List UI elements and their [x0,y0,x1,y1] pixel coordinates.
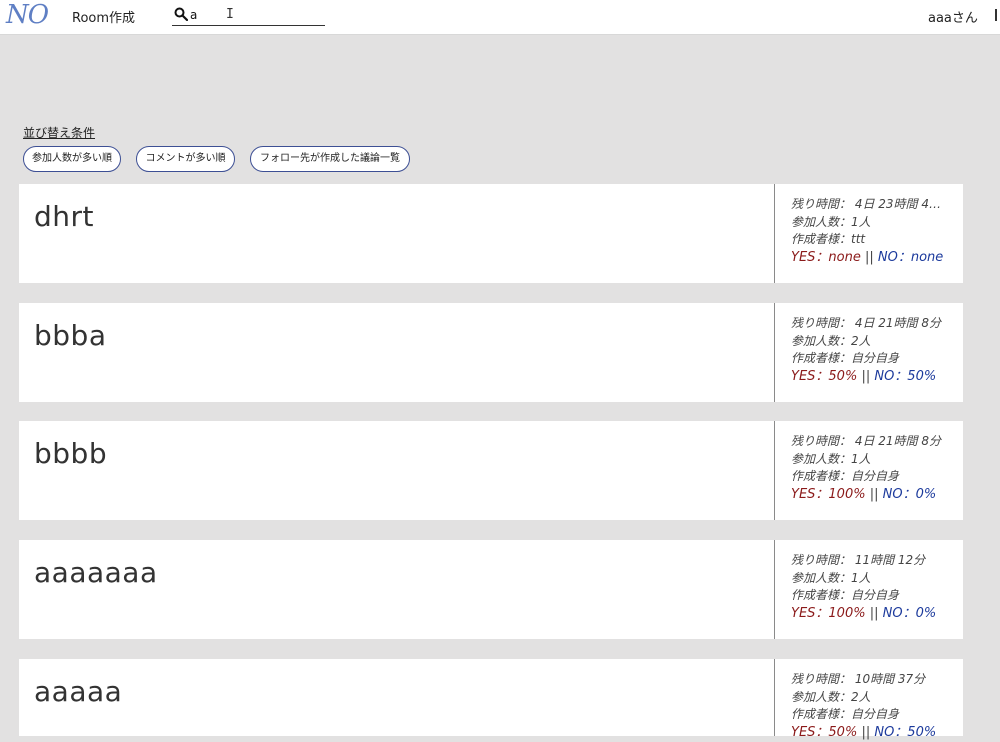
room-divider [774,421,775,520]
sort-title: 並び替え条件 [23,126,96,140]
participant-count: 参加人数：1人 [791,570,871,585]
search-input[interactable] [190,6,320,23]
participant-count: 参加人数：1人 [791,214,871,229]
remaining-time: 残り時間： 4日 21時間 8分 [791,434,941,448]
room-card[interactable]: aaaaaaa 残り時間： 11時間 12分 参加人数：1人 作成者様：自分自身… [19,540,963,639]
vote-summary: YES：100% || NO：0% [791,605,959,623]
vote-separator: || [857,368,875,384]
no-ratio: NO：none [877,249,944,265]
room-info: 残り時間： 4日 21時間 8分 参加人数：2人 作成者様：自分自身 YES：5… [791,315,959,386]
app-logo[interactable]: NO [6,0,49,30]
participant-count: 参加人数：2人 [791,689,871,704]
room-info: 残り時間： 4日 23時間 4… 参加人数：1人 作成者様：ttt YES：no… [791,196,959,267]
remaining-time: 残り時間： 4日 23時間 4… [791,197,941,211]
room-creator: 作成者様：自分自身 [791,588,900,602]
vote-summary: YES：50% || NO：50% [791,724,959,742]
no-ratio: NO：0% [882,486,937,502]
room-title[interactable]: aaaaaaa [34,556,158,589]
room-divider [774,184,775,283]
vote-summary: YES：100% || NO：0% [791,486,959,504]
room-info: 残り時間： 11時間 12分 参加人数：1人 作成者様：自分自身 YES：100… [791,552,959,623]
room-card[interactable]: aaaaa 残り時間： 10時間 37分 参加人数：2人 作成者様：自分自身 Y… [19,659,963,740]
yes-ratio: YES：50% [791,368,858,384]
room-info: 残り時間： 10時間 37分 参加人数：2人 作成者様：自分自身 YES：50%… [791,671,959,742]
yes-ratio: YES：50% [791,724,858,740]
followed-rooms-button[interactable]: フォロー先が作成した議論一覧 [250,146,410,172]
room-card[interactable]: bbba 残り時間： 4日 21時間 8分 参加人数：2人 作成者様：自分自身 … [19,303,963,402]
vote-separator: || [865,486,883,502]
text-cursor-icon: I [226,7,234,22]
no-ratio: NO：50% [874,724,937,740]
no-ratio: NO：0% [882,605,937,621]
sort-by-participants-button[interactable]: 参加人数が多い順 [23,146,121,172]
vote-summary: YES：50% || NO：50% [791,368,959,386]
top-nav-bar: NO Room作成 I aaaさん [0,0,1000,35]
participant-count: 参加人数：1人 [791,451,871,466]
room-divider [774,303,775,402]
participant-count: 参加人数：2人 [791,333,871,348]
vote-summary: YES：none || NO：none [791,249,959,267]
room-creator: 作成者様：自分自身 [791,351,900,365]
room-title[interactable]: bbbb [34,437,107,470]
sort-by-comments-button[interactable]: コメントが多い順 [136,146,235,172]
room-title[interactable]: bbba [34,319,106,352]
room-creator: 作成者様：ttt [791,232,866,246]
yes-ratio: YES：none [791,249,861,265]
search-icon[interactable] [174,7,188,21]
room-title[interactable]: dhrt [34,200,94,233]
room-title[interactable]: aaaaa [34,675,122,708]
room-divider [774,540,775,639]
yes-ratio: YES：100% [791,605,866,621]
room-divider [774,659,775,736]
yes-ratio: YES：100% [791,486,866,502]
edge-divider [995,9,997,21]
vote-separator: || [865,605,883,621]
remaining-time: 残り時間： 10時間 37分 [791,672,926,686]
room-creator: 作成者様：自分自身 [791,707,900,721]
remaining-time: 残り時間： 11時間 12分 [791,553,926,567]
room-creator: 作成者様：自分自身 [791,469,900,483]
vote-separator: || [857,724,875,740]
room-card[interactable]: bbbb 残り時間： 4日 21時間 8分 参加人数：1人 作成者様：自分自身 … [19,421,963,520]
room-card[interactable]: dhrt 残り時間： 4日 23時間 4… 参加人数：1人 作成者様：ttt Y… [19,184,963,283]
create-room-link[interactable]: Room作成 [72,7,135,26]
username-menu[interactable]: aaaさん [928,7,978,26]
room-info: 残り時間： 4日 21時間 8分 参加人数：1人 作成者様：自分自身 YES：1… [791,433,959,504]
remaining-time: 残り時間： 4日 21時間 8分 [791,316,941,330]
no-ratio: NO：50% [874,368,937,384]
search-box [172,6,325,26]
vote-separator: || [860,249,878,265]
